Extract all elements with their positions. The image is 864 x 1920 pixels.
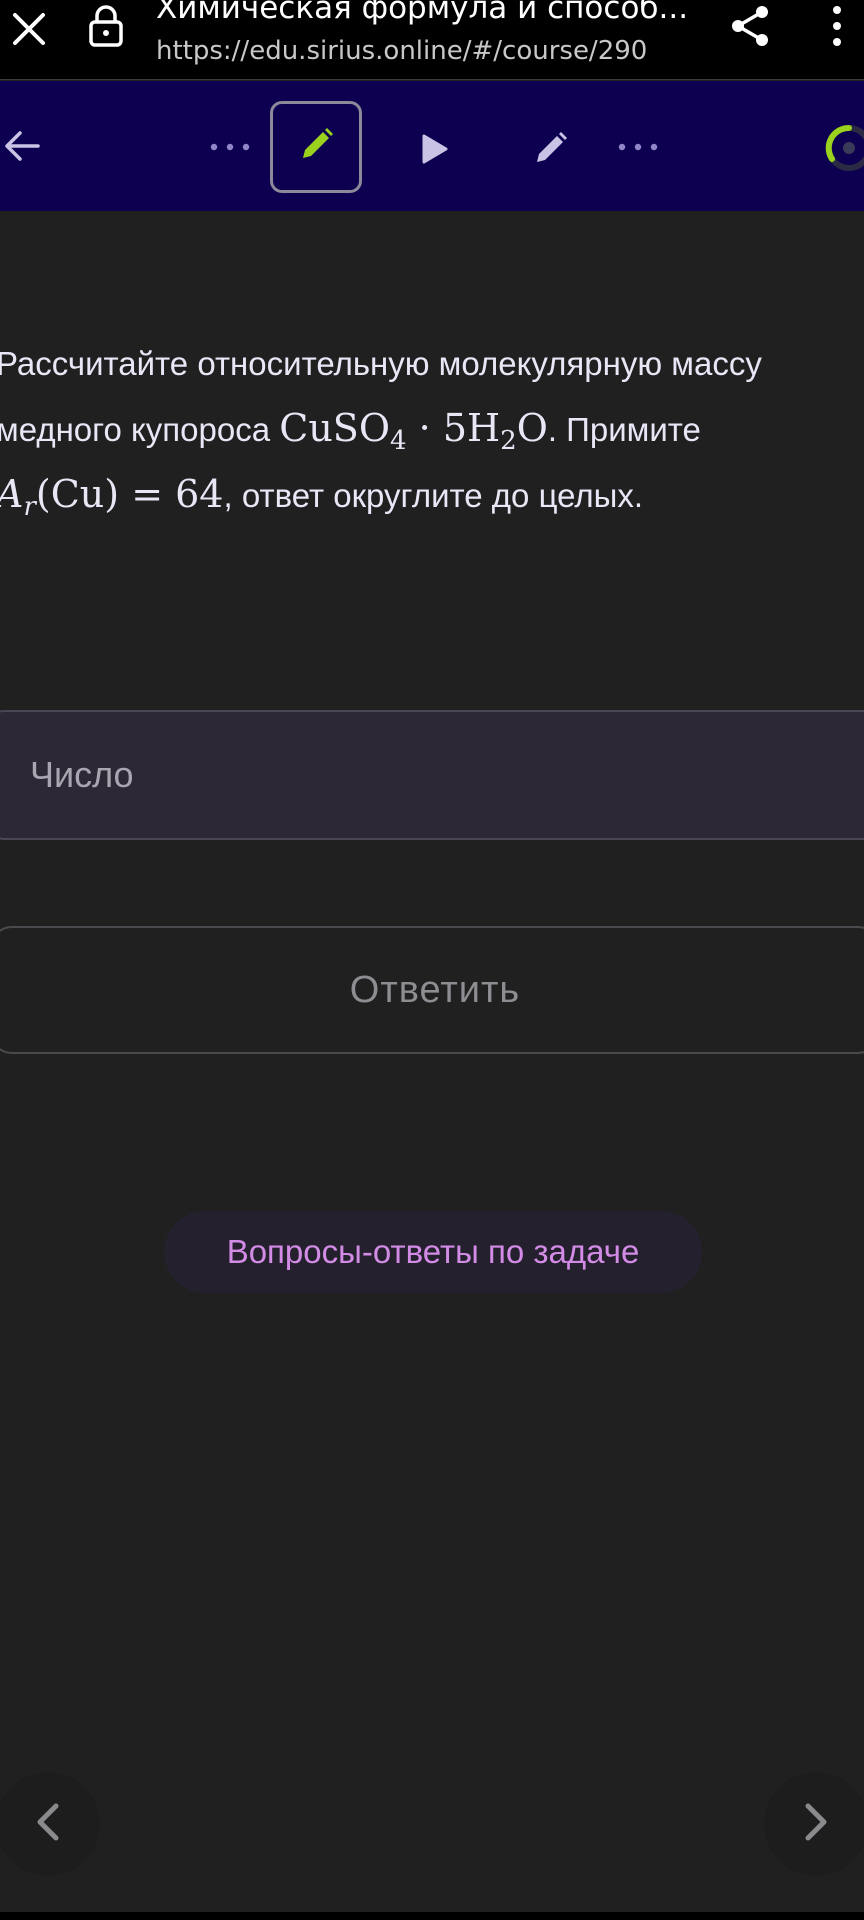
pencil-icon <box>296 125 336 169</box>
system-navigation-bar <box>0 1912 864 1920</box>
qa-link-button[interactable]: Вопросы-ответы по задаче <box>164 1211 702 1293</box>
play-icon[interactable] <box>402 117 466 181</box>
question-line-1: Рассчитайте относительную молекулярную м… <box>0 345 762 382</box>
more-horizontal-icon[interactable] <box>608 129 668 165</box>
arrow-left-icon[interactable] <box>0 117 44 175</box>
prev-button[interactable] <box>0 1772 100 1876</box>
share-icon[interactable] <box>722 0 778 52</box>
question-line-2: медного купороса CuSO4 · 5H2O. Примите <box>0 396 856 462</box>
browser-bar: Химическая формула и способ... https://e… <box>0 0 864 80</box>
lock-icon[interactable] <box>80 0 132 52</box>
answer-input[interactable] <box>0 710 864 840</box>
formula-atomic-mass: Ar(Cu) = 64 <box>0 472 224 522</box>
formula-copper-sulfate: CuSO4 · 5H2O <box>279 406 548 456</box>
question-line-3: Ar(Cu) = 64, ответ округлите до целых. <box>0 462 856 528</box>
chevron-left-icon <box>30 1800 66 1848</box>
url-bar[interactable]: https://edu.sirius.online/#/course/290 <box>156 35 696 67</box>
close-icon[interactable] <box>4 4 54 54</box>
progress-ring-icon[interactable] <box>824 123 864 173</box>
question-line-2-text: медного купороса <box>0 411 271 448</box>
more-horizontal-icon[interactable] <box>200 129 260 165</box>
chevron-right-icon <box>798 1800 834 1848</box>
step-button-active[interactable] <box>270 101 362 193</box>
page-title: Химическая формула и способ... <box>156 0 689 26</box>
course-toolbar <box>0 81 864 211</box>
more-vertical-icon[interactable] <box>812 0 862 52</box>
question-text: Рассчитайте относительную молекулярную м… <box>0 332 856 528</box>
question-line-3-end: , ответ округлите до целых. <box>223 477 644 514</box>
next-button[interactable] <box>764 1772 864 1876</box>
submit-button[interactable]: Ответить <box>0 926 864 1054</box>
question-line-2-end: . Примите <box>547 411 701 448</box>
pencil-icon[interactable] <box>518 117 582 181</box>
